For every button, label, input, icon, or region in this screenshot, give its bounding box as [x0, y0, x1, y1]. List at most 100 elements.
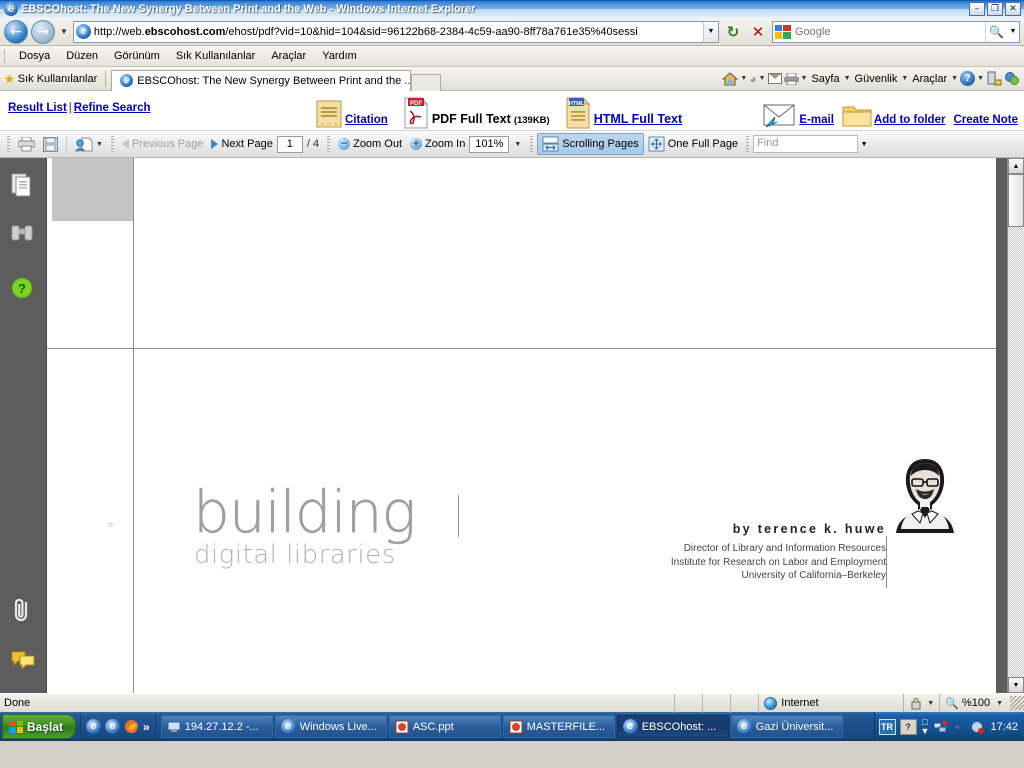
zoom-out-button[interactable]: − Zoom Out [334, 133, 406, 155]
email-action[interactable]: E-mail [763, 95, 834, 129]
find-dropdown-icon[interactable]: ▼ [858, 135, 870, 153]
toolbar-grip-4[interactable] [530, 135, 534, 153]
command-sayfa[interactable]: Sayfa [809, 73, 841, 85]
network-icon[interactable] [933, 720, 948, 734]
html-full-text-link[interactable]: HTML Full Text [594, 112, 682, 129]
search-go-icon[interactable]: 🔍 [985, 21, 1007, 42]
home-dropdown-icon[interactable]: ▼ [740, 75, 747, 82]
binoculars-icon[interactable] [11, 224, 33, 242]
minimize-button[interactable]: – [969, 2, 985, 16]
toolbar-grip-3[interactable] [327, 135, 331, 153]
quick-launch-firefox-icon[interactable] [124, 719, 139, 734]
menu-dosya[interactable]: Dosya [11, 48, 58, 64]
quick-launch-ie-icon[interactable]: e [86, 719, 102, 734]
pages-icon[interactable] [11, 173, 33, 198]
zoom-indicator[interactable]: 🔍 %100 ▼ [939, 693, 1008, 713]
menu-duzen[interactable]: Düzen [58, 48, 106, 64]
browser-tab-ebscohost[interactable]: e EBSCOhost: The New Synergy Between Pri… [111, 69, 412, 91]
security-zone[interactable]: Internet [758, 693, 903, 713]
toolbar-grip-5[interactable] [746, 135, 750, 153]
maximize-button[interactable]: ❐ [987, 2, 1003, 16]
refresh-icon[interactable]: ↻ [722, 21, 744, 43]
taskbar-item-5[interactable]: e EBSCOhost: ... [616, 715, 729, 738]
guvenlik-dropdown-icon[interactable]: ▼ [901, 75, 908, 82]
export-dropdown-icon[interactable]: ▼ [96, 141, 103, 148]
favorites-star-icon[interactable]: ★ [4, 72, 15, 86]
command-araclar[interactable]: Araçlar [910, 73, 949, 85]
zoom-in-button[interactable]: + Zoom In [406, 133, 469, 155]
scroll-down-button[interactable]: ▼ [1008, 677, 1024, 693]
html-full-text-action[interactable]: HTML HTML Full Text [564, 95, 682, 129]
find-input[interactable]: Find [753, 135, 859, 153]
search-input[interactable]: Google [795, 26, 985, 38]
next-page-button[interactable]: Next Page [207, 133, 276, 155]
comments-icon[interactable] [11, 650, 35, 670]
zoom-dropdown-icon[interactable]: ▼ [509, 141, 526, 148]
search-box[interactable]: Google 🔍 ▼ [772, 20, 1020, 43]
print-dropdown-icon[interactable]: ▼ [801, 75, 808, 82]
print-button[interactable] [14, 133, 39, 155]
stop-icon[interactable]: ✕ [747, 21, 769, 43]
araclar-dropdown-icon[interactable]: ▼ [951, 75, 958, 82]
result-list-link[interactable]: Result List [8, 102, 67, 114]
menu-sik-kullanilanlar[interactable]: Sık Kullanılanlar [168, 48, 264, 64]
action-center-icon[interactable] [970, 720, 985, 734]
url-bar[interactable]: e http://web.ebscohost.com/ehost/pdf?vid… [72, 20, 719, 43]
zoom-level-input[interactable]: 101% [469, 135, 510, 153]
research-icon[interactable] [986, 71, 1002, 86]
menu-yardim[interactable]: Yardım [314, 48, 365, 64]
help-icon[interactable]: ? [11, 277, 33, 299]
toolbar-grip[interactable] [7, 135, 10, 153]
close-button[interactable]: ✕ [1005, 2, 1021, 16]
volume-icon[interactable] [952, 720, 966, 734]
vertical-scrollbar[interactable]: ▲ ▼ [1007, 158, 1024, 693]
add-to-folder-action[interactable]: Add to folder [842, 95, 946, 129]
citation-link[interactable]: Citation [345, 114, 388, 129]
refine-search-link[interactable]: Refine Search [74, 102, 151, 114]
command-guvenlik[interactable]: Güvenlik [853, 73, 900, 85]
scroll-thumb[interactable] [1008, 174, 1024, 227]
create-note-link[interactable]: Create Note [953, 114, 1018, 129]
sayfa-dropdown-icon[interactable]: ▼ [844, 75, 851, 82]
previous-page-button[interactable]: Previous Page [118, 133, 208, 155]
feeds-icon[interactable]: ◕ [749, 72, 756, 86]
favorites-label[interactable]: Sık Kullanılanlar [18, 73, 98, 85]
back-button[interactable]: ← [4, 19, 28, 44]
taskbar-item-3[interactable]: ASC.ppt [388, 715, 501, 738]
mail-icon[interactable] [767, 73, 782, 84]
one-full-page-button[interactable]: One Full Page [644, 133, 742, 155]
citation-action[interactable]: Citation [315, 95, 388, 129]
messenger-icon[interactable] [1004, 71, 1020, 86]
help-dropdown-icon[interactable]: ▼ [977, 75, 984, 82]
toolbar-grip-2[interactable] [110, 135, 114, 153]
export-button[interactable]: ▼ [71, 133, 107, 155]
add-to-folder-link[interactable]: Add to folder [874, 114, 946, 129]
pdf-full-text-action[interactable]: PDF PDF Full Text (139KB) [402, 95, 550, 129]
scroll-up-button[interactable]: ▲ [1008, 158, 1024, 174]
save-button[interactable] [39, 133, 62, 155]
taskbar-item-2[interactable]: e Windows Live... [274, 715, 387, 738]
taskbar-item-1[interactable]: 194.27.12.2 -... [160, 715, 273, 738]
menu-gorunum[interactable]: Görünüm [106, 48, 168, 64]
url-history-dropdown[interactable]: ▼ [703, 21, 718, 42]
search-provider-dropdown[interactable]: ▼ [1007, 22, 1019, 42]
pdf-page-area[interactable]: » building digital libraries by terence … [47, 158, 1007, 693]
protected-mode-indicator[interactable]: ▼ [903, 693, 939, 713]
forward-button[interactable]: → [31, 19, 55, 44]
scroll-track[interactable] [1008, 174, 1024, 677]
menu-araclar[interactable]: Araçlar [263, 48, 314, 64]
feeds-dropdown-icon[interactable]: ▼ [759, 75, 766, 82]
print-icon[interactable] [783, 72, 799, 85]
taskbar-item-4[interactable]: MASTERFILE... [502, 715, 615, 738]
email-link[interactable]: E-mail [799, 114, 834, 129]
page-number-input[interactable]: 1 [276, 135, 303, 153]
new-tab-button[interactable] [411, 73, 442, 91]
create-note-action[interactable]: Create Note [953, 95, 1018, 129]
tray-help-icon[interactable]: ? [899, 718, 917, 735]
zoom-dropdown-status-icon[interactable]: ▼ [996, 700, 1003, 707]
start-button[interactable]: Başlat [2, 714, 77, 739]
paperclip-icon[interactable] [11, 598, 33, 624]
tray-expand-icon[interactable]: □ ▼ [921, 717, 930, 736]
taskbar-item-6[interactable]: e Gazi Üniversit... [730, 715, 843, 738]
protected-mode-dropdown-icon[interactable]: ▼ [927, 700, 934, 707]
